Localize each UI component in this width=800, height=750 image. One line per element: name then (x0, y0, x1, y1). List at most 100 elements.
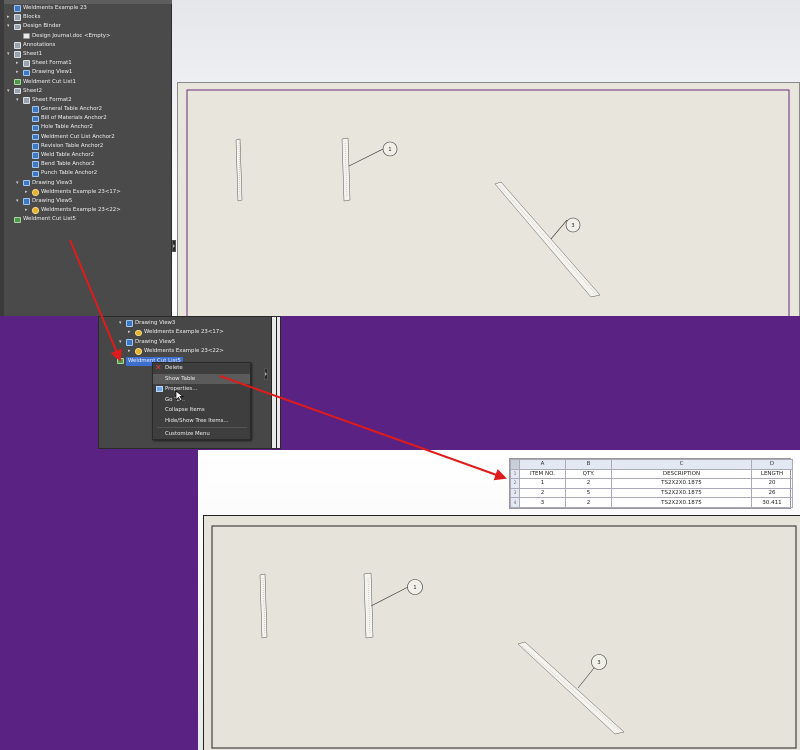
member-diagonal-2[interactable] (517, 641, 625, 735)
tree-item[interactable]: ▾ Drawing View3 (107, 319, 279, 328)
tree-item[interactable]: Weld Table Anchor2 (4, 151, 170, 160)
cell-qty[interactable]: 2 (565, 497, 612, 508)
tree-item[interactable]: Hole Table Anchor2 (4, 123, 170, 132)
tree-item[interactable]: Revision Table Anchor2 (4, 142, 170, 151)
column-letter-c[interactable]: C (611, 459, 752, 470)
tree-item[interactable]: ▸ Weldments Example 23<22> (4, 206, 170, 215)
tree-item[interactable]: ▾ Design Binder (4, 22, 170, 31)
tree-item[interactable]: ▾ Sheet1 (4, 50, 170, 59)
menu-item-collapse-items[interactable]: Collapse Items (153, 405, 250, 416)
chevron-down-icon[interactable]: ▾ (16, 96, 21, 105)
tree-item[interactable]: Design Journal.doc <Empty> (4, 32, 170, 41)
weldment-cut-list-table[interactable]: A B C D 1 ITEM NO. QTY. DESCRIPTION LENG… (509, 458, 793, 509)
chevron-down-icon[interactable]: ▾ (119, 319, 124, 328)
cell-length[interactable]: 26 (751, 487, 793, 499)
header-length[interactable]: LENGTH (751, 468, 793, 480)
cell-description[interactable]: TS2X2X0.1875 (611, 478, 752, 489)
tree-item[interactable]: ▸ Weldments Example 23<17> (107, 328, 279, 337)
tree-item[interactable]: General Table Anchor2 (4, 105, 170, 114)
member-vertical-right[interactable] (341, 137, 351, 202)
balloon-1-b-label: 1 (413, 585, 416, 591)
member-diagonal[interactable] (494, 181, 601, 298)
tree-item[interactable]: ▸ Sheet Format1 (4, 59, 170, 68)
member-vertical-left[interactable] (235, 138, 243, 202)
menu-item-customize-menu[interactable]: Customize Menu (153, 429, 250, 440)
row-number[interactable]: 1 (510, 468, 520, 480)
tree-item-label: Drawing View1 (32, 69, 73, 76)
tree-item[interactable]: Weldment Cut List Anchor2 (4, 133, 170, 142)
menu-item-delete[interactable]: ✕ Delete (153, 363, 250, 374)
cut-list-grid: A B C D 1 ITEM NO. QTY. DESCRIPTION LENG… (510, 459, 793, 508)
drawing-sheet-2[interactable]: 1 3 (203, 515, 800, 750)
chevron-right-icon[interactable]: ▸ (16, 59, 21, 68)
tree-item[interactable]: ▾ Drawing View3 (4, 179, 170, 188)
chevron-down-icon[interactable]: ▾ (7, 22, 12, 31)
tree-item[interactable]: ▸ Weldments Example 23<22> (107, 347, 279, 356)
chevron-right-icon[interactable]: ▸ (25, 206, 30, 215)
top-screenshot-panel: Weldments Example 23 ▸ Blocks ▾ Design Binde… (0, 0, 800, 316)
tree-item[interactable]: ▾ Sheet Format2 (4, 96, 170, 105)
member-vertical-left-2[interactable] (259, 573, 268, 639)
chevron-right-icon[interactable]: ▸ (128, 347, 133, 356)
row-number[interactable]: 4 (510, 497, 520, 508)
tree-item[interactable]: ▸ Weldments Example 23<17> (4, 188, 170, 197)
tree-item[interactable]: Weldment Cut List1 (4, 78, 170, 87)
chevron-down-icon[interactable]: ▾ (7, 87, 12, 96)
tree-item[interactable]: Punch Table Anchor2 (4, 169, 170, 178)
mouse-cursor-icon (175, 390, 185, 402)
menu-item-properties[interactable]: Properties... (153, 384, 250, 395)
tree-item-label: Blocks (23, 14, 41, 21)
table-corner-handle[interactable] (510, 459, 520, 470)
row-number[interactable]: 3 (510, 487, 520, 499)
cell-qty[interactable]: 5 (565, 487, 612, 499)
chevron-down-icon[interactable]: ▾ (7, 50, 12, 59)
tree-item[interactable]: ▸ Blocks (4, 13, 170, 22)
tree-item-label: General Table Anchor2 (41, 106, 103, 113)
balloon-leader-3-b (577, 667, 595, 689)
tree-item[interactable]: ▾ Drawing View5 (4, 197, 170, 206)
header-item-no[interactable]: ITEM NO. (519, 468, 566, 480)
cell-length[interactable]: 20 (751, 478, 793, 489)
balloon-3-label: 3 (571, 223, 574, 229)
tree-item[interactable]: Annotations (4, 41, 170, 50)
header-qty[interactable]: QTY. (565, 468, 612, 480)
chevron-down-icon[interactable]: ▾ (16, 197, 21, 206)
chevron-right-icon[interactable]: ▸ (128, 328, 133, 337)
header-description[interactable]: DESCRIPTION (611, 468, 752, 480)
chevron-right-icon[interactable]: ▸ (25, 188, 30, 197)
tree-item[interactable]: ▾ Drawing View5 (107, 338, 279, 347)
cell-item-no[interactable]: 1 (519, 478, 566, 489)
menu-item-go-to[interactable]: Go To... (153, 395, 250, 406)
column-letter-b[interactable]: B (565, 459, 612, 470)
tree-item[interactable]: ▸ Drawing View1 (4, 68, 170, 77)
cell-description[interactable]: TS2X2X0.1875 (611, 497, 752, 508)
menu-item-hide-show-tree-items[interactable]: Hide/Show Tree Items... (153, 416, 250, 427)
chevron-down-icon[interactable]: ▾ (119, 338, 124, 347)
table-header-row: 1 ITEM NO. QTY. DESCRIPTION LENGTH (510, 468, 793, 480)
cut-list-icon (14, 78, 21, 86)
cell-qty[interactable]: 2 (565, 478, 612, 489)
row-number[interactable]: 2 (510, 478, 520, 489)
tree-item[interactable]: Weldments Example 23 (4, 4, 170, 13)
table-anchor-icon (32, 143, 39, 150)
tree-item[interactable]: Bill of Materials Anchor2 (4, 114, 170, 123)
properties-icon (156, 386, 163, 392)
cell-item-no[interactable]: 2 (519, 487, 566, 499)
column-letter-d[interactable]: D (751, 459, 793, 470)
chevron-right-icon[interactable]: ▸ (7, 13, 12, 22)
panel-collapse-button-2[interactable] (264, 368, 268, 380)
tree-item[interactable]: Bend Table Anchor2 (4, 160, 170, 169)
chevron-right-icon[interactable]: ▸ (16, 68, 21, 77)
column-letter-a[interactable]: A (519, 459, 566, 470)
cell-item-no[interactable]: 3 (519, 497, 566, 508)
cell-length[interactable]: 30.411 (751, 497, 793, 508)
tree-item[interactable]: Weldment Cut List5 (4, 215, 170, 224)
chevron-down-icon[interactable]: ▾ (16, 179, 21, 188)
mid-graphics-strip (271, 317, 280, 448)
menu-item-show-table[interactable]: Show Table (153, 373, 250, 384)
weldment-part-icon (135, 329, 142, 337)
drawing-sheet[interactable]: 1 3 (177, 82, 800, 316)
cell-description[interactable]: TS2X2X0.1875 (611, 487, 752, 499)
panel-collapse-button[interactable] (172, 240, 176, 252)
tree-item[interactable]: ▾ Sheet2 (4, 87, 170, 96)
